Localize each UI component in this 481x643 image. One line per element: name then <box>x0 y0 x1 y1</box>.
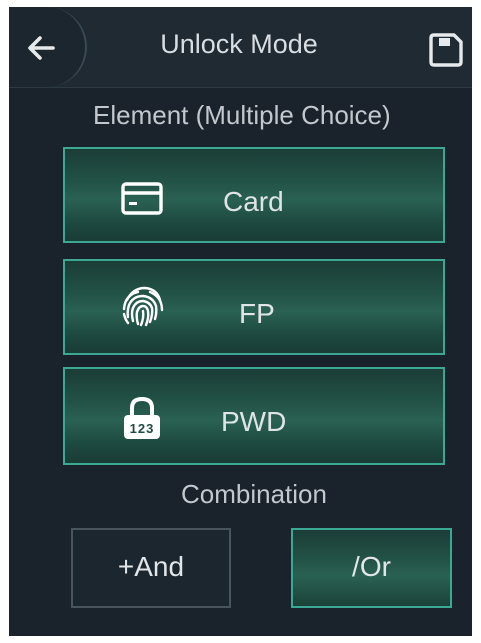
fingerprint-icon <box>122 286 164 327</box>
page-title: Unlock Mode <box>160 29 318 59</box>
password-lock-icon: 123 <box>124 396 160 439</box>
back-button[interactable] <box>9 7 87 87</box>
option-card-label: Card <box>223 186 284 217</box>
svg-text:123: 123 <box>130 421 155 436</box>
save-icon[interactable] <box>427 31 465 69</box>
option-fingerprint-label: FP <box>239 298 275 329</box>
combination-section-label: Combination <box>181 479 327 509</box>
arrow-left-icon <box>28 36 55 60</box>
header-bar: Unlock Mode <box>9 7 472 88</box>
unlock-mode-screen: Unlock Mode Element (Multiple Choice) Ca… <box>9 7 472 636</box>
option-password[interactable]: 123 PWD <box>63 367 445 465</box>
option-fingerprint[interactable]: FP <box>63 259 445 355</box>
option-card[interactable]: Card <box>63 147 445 243</box>
element-section-label: Element (Multiple Choice) <box>93 100 391 130</box>
card-icon <box>121 182 163 215</box>
and-button[interactable]: +And <box>71 528 231 608</box>
or-button[interactable]: /Or <box>291 528 452 608</box>
option-password-label: PWD <box>221 406 287 437</box>
